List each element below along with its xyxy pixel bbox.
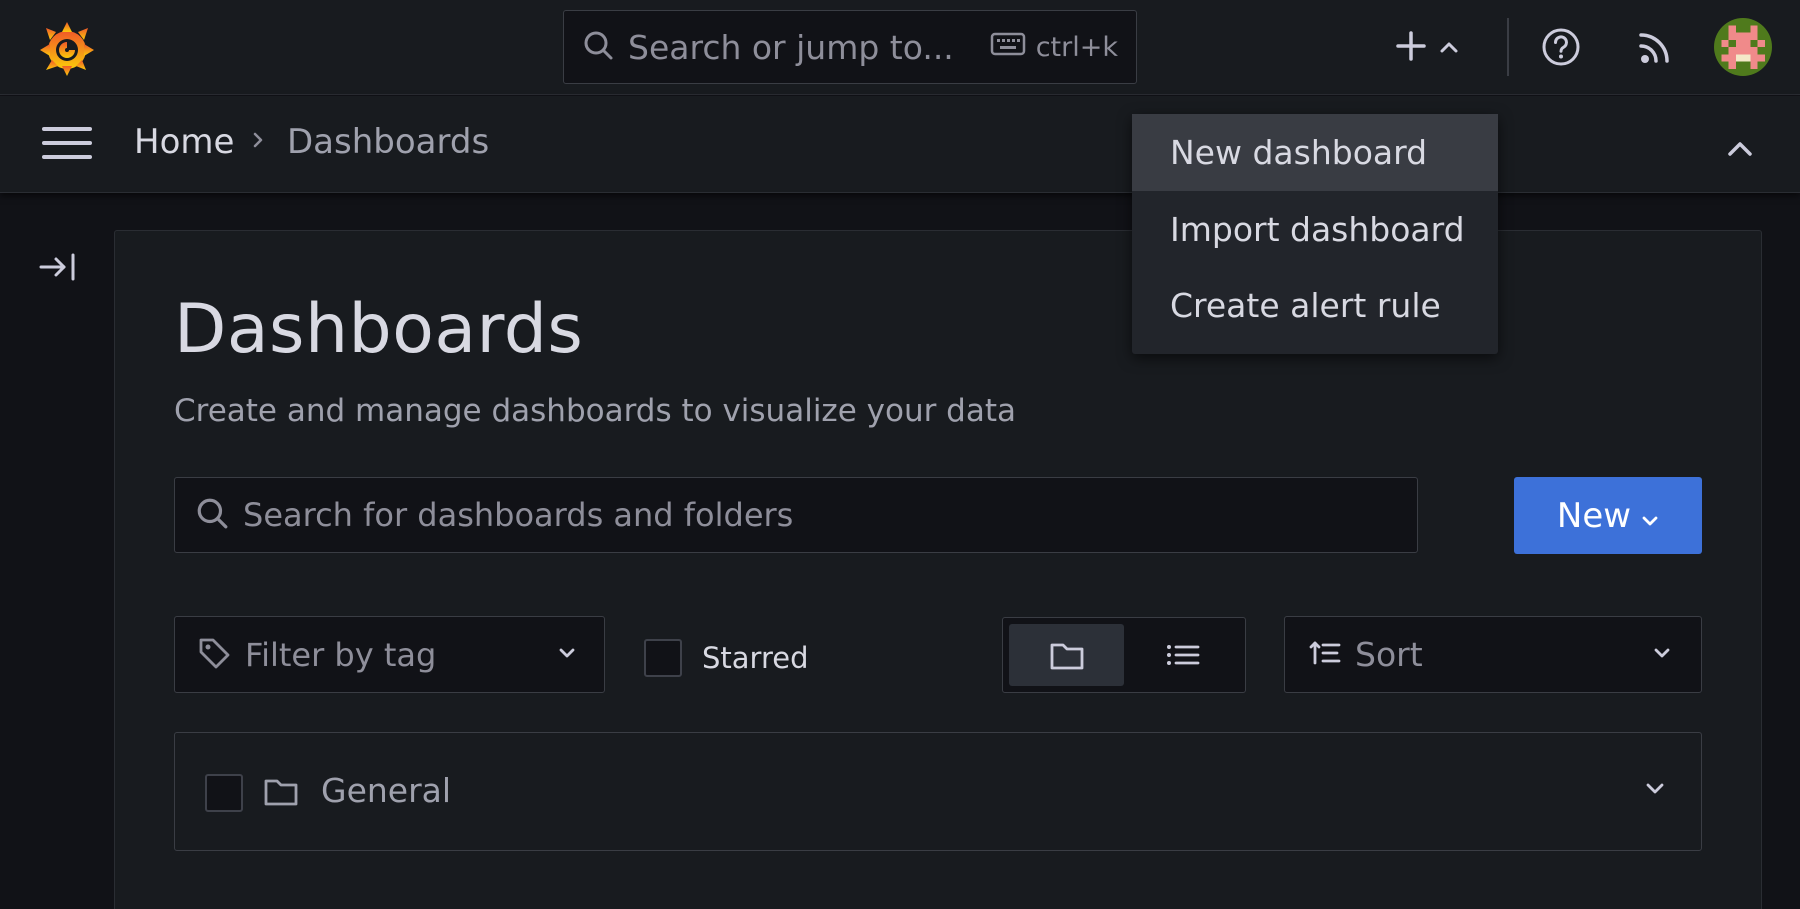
- list-icon: [1166, 645, 1199, 665]
- chevron-up-icon: [1728, 142, 1752, 156]
- menu-item-import-dashboard[interactable]: Import dashboard: [1132, 191, 1498, 268]
- search-shortcut-hint: ctrl+k: [980, 11, 1118, 83]
- chevron-down-icon: [1641, 496, 1659, 536]
- news-feed-button[interactable]: [1637, 27, 1675, 71]
- page-title: Dashboards: [174, 290, 584, 369]
- tag-icon: [197, 636, 231, 674]
- plus-icon: [1395, 30, 1427, 66]
- collapse-header-button[interactable]: [1724, 134, 1756, 166]
- folder-name[interactable]: General: [321, 771, 451, 810]
- new-button[interactable]: New: [1514, 477, 1702, 554]
- add-new-menu-button[interactable]: [1395, 22, 1459, 74]
- chevron-down-icon: [1653, 645, 1671, 664]
- dock-menu-button[interactable]: [38, 252, 78, 286]
- new-button-label: New: [1556, 495, 1632, 536]
- add-new-dropdown-menu: New dashboard Import dashboard Create al…: [1132, 114, 1498, 354]
- help-icon: [1542, 28, 1580, 66]
- folder-icon: [1050, 643, 1083, 670]
- sort-icon: [1309, 639, 1341, 671]
- folder-icon: [263, 775, 299, 811]
- search-icon: [582, 29, 614, 65]
- folder-view-button[interactable]: [1009, 624, 1124, 686]
- sort-select[interactable]: Sort: [1284, 616, 1702, 693]
- folder-checkbox[interactable]: [205, 774, 243, 812]
- shortcut-text: ctrl+k: [1035, 31, 1118, 63]
- starred-checkbox[interactable]: [644, 639, 682, 677]
- search-icon: [195, 496, 229, 534]
- user-avatar[interactable]: [1714, 18, 1772, 76]
- chevron-up-icon: [1439, 39, 1459, 58]
- arrow-to-right-icon: [39, 253, 75, 281]
- starred-label[interactable]: Starred: [702, 641, 809, 675]
- page-subtitle: Create and manage dashboards to visualiz…: [174, 393, 1017, 429]
- help-button[interactable]: [1541, 27, 1581, 71]
- view-mode-toggle: [1002, 617, 1246, 693]
- chevron-down-icon: [558, 645, 576, 664]
- tag-filter-select[interactable]: Filter by tag: [174, 616, 605, 693]
- rss-icon: [1639, 33, 1669, 63]
- menu-toggle-icon[interactable]: [42, 127, 92, 161]
- breadcrumb-home[interactable]: Home: [134, 122, 234, 162]
- menu-item-create-alert-rule[interactable]: Create alert rule: [1132, 267, 1498, 344]
- toolbar-divider: [1507, 18, 1509, 76]
- breadcrumb-current: Dashboards: [287, 122, 490, 162]
- sort-placeholder: Sort: [1355, 635, 1423, 674]
- menu-item-new-dashboard[interactable]: New dashboard: [1132, 114, 1498, 191]
- global-search-placeholder: Search or jump to...: [628, 27, 954, 67]
- dashboard-search-placeholder: Search for dashboards and folders: [243, 496, 794, 534]
- chevron-right-icon: [250, 126, 268, 158]
- tag-filter-placeholder: Filter by tag: [245, 635, 437, 674]
- list-view-button[interactable]: [1125, 624, 1240, 686]
- top-bar: Search or jump to... ctrl+k: [0, 0, 1800, 95]
- dashboard-search-input[interactable]: Search for dashboards and folders: [174, 477, 1418, 553]
- global-search-input[interactable]: Search or jump to... ctrl+k: [563, 10, 1137, 84]
- keyboard-icon: [990, 32, 1026, 63]
- chevron-down-icon[interactable]: [1645, 781, 1665, 800]
- folder-row-general[interactable]: General: [174, 732, 1702, 851]
- breadcrumb-bar: Home Dashboards: [0, 96, 1800, 193]
- grafana-logo-icon[interactable]: [36, 18, 98, 78]
